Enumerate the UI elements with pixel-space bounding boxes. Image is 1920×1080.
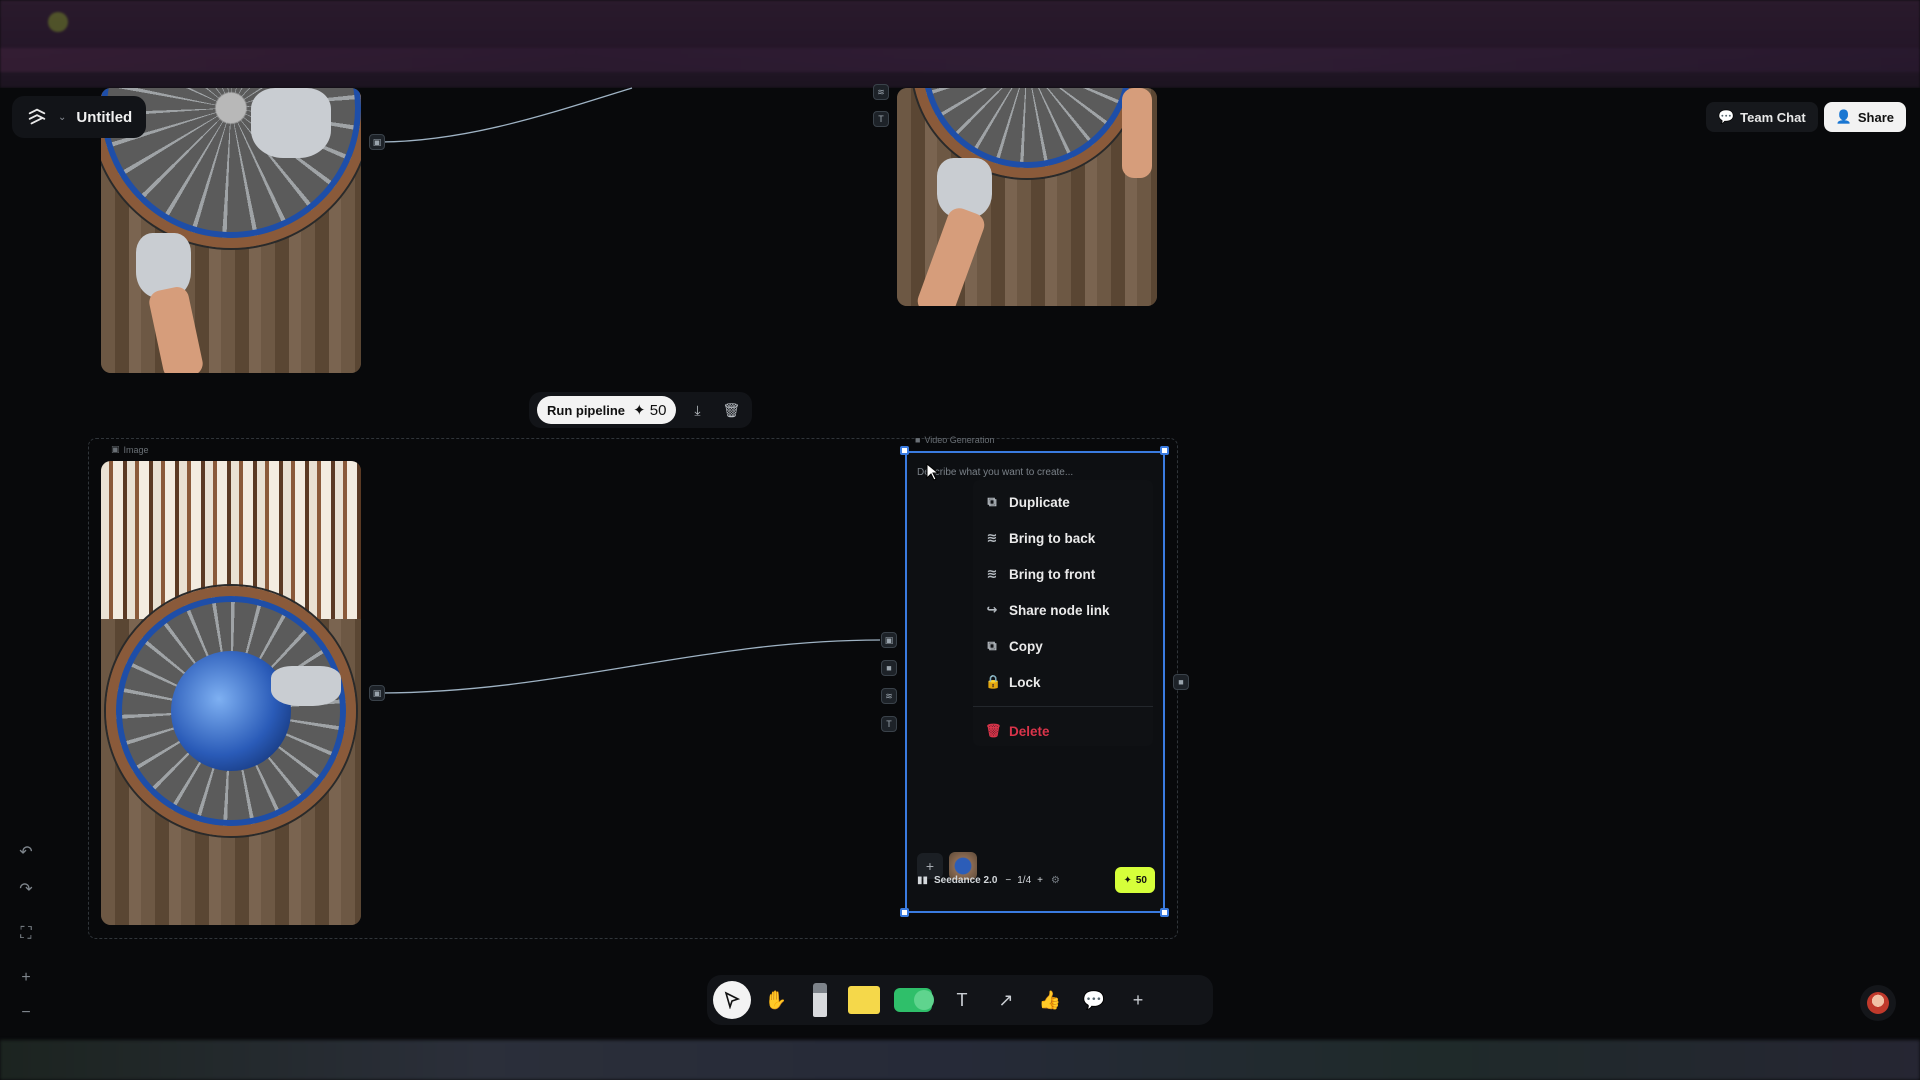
- share-icon: ↪: [986, 602, 998, 617]
- arrow-tool-icon[interactable]: ↗: [987, 981, 1025, 1019]
- redo-icon[interactable]: ↷: [14, 877, 38, 901]
- output-port-image-icon[interactable]: ▣: [369, 134, 385, 150]
- duplicate-icon: ⧉: [987, 494, 997, 509]
- team-chat-button[interactable]: 💬 Team Chat: [1705, 102, 1818, 132]
- shape-tool-icon[interactable]: [889, 981, 937, 1019]
- zoom-out-icon[interactable]: −: [14, 1001, 38, 1025]
- mouse-cursor-icon: [926, 463, 940, 481]
- shape-glyph: [894, 988, 934, 1012]
- minus-icon[interactable]: −: [1005, 875, 1011, 886]
- top-right-actions: 💬 Team Chat 👤 Share: [1705, 102, 1906, 132]
- marker-glyph: [813, 983, 827, 1017]
- input-port-image-icon[interactable]: ▣: [881, 632, 897, 648]
- menu-divider: [973, 706, 1153, 707]
- trash-icon[interactable]: 🗑: [718, 397, 744, 423]
- sticky-glyph: [848, 986, 880, 1014]
- chevron-down-icon[interactable]: ⌄: [58, 112, 66, 123]
- lock-icon: 🔒: [985, 674, 1002, 689]
- user-avatar[interactable]: [1860, 985, 1896, 1021]
- menu-item-bring-to-front[interactable]: ≋ Bring to front: [973, 556, 1153, 592]
- group-toolbar: Run pipeline ✦ 50 ⤓ 🗑: [529, 392, 753, 428]
- menu-item-copy[interactable]: ⧉ Copy: [973, 628, 1153, 664]
- select-tool-icon[interactable]: [713, 981, 751, 1019]
- pointer-icon: [724, 991, 741, 1009]
- add-tool-icon[interactable]: +: [1119, 981, 1157, 1019]
- zoom-in-icon[interactable]: +: [14, 966, 38, 990]
- menu-item-bring-to-back[interactable]: ≋ Bring to back: [973, 520, 1153, 556]
- menu-item-duplicate[interactable]: ⧉ Duplicate: [973, 484, 1153, 520]
- layers-back-icon: ≋: [986, 530, 998, 545]
- resize-handle-top-right[interactable]: [1160, 446, 1169, 455]
- output-port-image-icon[interactable]: ▣: [369, 685, 385, 701]
- hand-tool-icon[interactable]: ✋: [757, 981, 795, 1019]
- output-count-stepper[interactable]: − 1/4 +: [1005, 875, 1043, 886]
- resize-handle-bottom-right[interactable]: [1160, 908, 1169, 917]
- pipeline-cost: ✦ 50: [633, 402, 667, 419]
- input-port-text-icon[interactable]: T: [873, 111, 889, 127]
- context-menu: ⧉ Duplicate ≋ Bring to back ≋ Bring to fron…: [973, 480, 1153, 746]
- chat-bubble-icon: 💬: [1717, 109, 1735, 124]
- download-icon[interactable]: ⤓: [684, 397, 710, 423]
- text-tool-icon[interactable]: T: [943, 981, 981, 1019]
- trash-icon: 🗑: [985, 723, 1002, 738]
- resize-handle-top-left[interactable]: [900, 446, 909, 455]
- marker-tool-icon[interactable]: [801, 981, 839, 1019]
- input-port-audio-icon[interactable]: ≋: [881, 688, 897, 704]
- resize-handle-bottom-left[interactable]: [900, 908, 909, 917]
- app-root: ▣ Image ▣ ▣ ≋ T ▣ ■ ≋ T ■ ⌄ Untitled 💬 T…: [0, 0, 1920, 1080]
- layers-front-icon: ≋: [986, 566, 998, 581]
- edge-top: [377, 87, 633, 143]
- app-logo-icon: [28, 108, 46, 125]
- run-pipeline-button[interactable]: Run pipeline ✦ 50: [537, 396, 677, 424]
- prompt-input[interactable]: Describe what you want to create...: [917, 467, 1073, 478]
- output-port-video-icon[interactable]: ■: [1173, 674, 1189, 690]
- wand-icon: ✦: [633, 402, 646, 419]
- input-port-text-icon[interactable]: T: [881, 716, 897, 732]
- comment-tool-icon[interactable]: 💬: [1075, 981, 1113, 1019]
- input-port-audio-icon[interactable]: ≋: [873, 84, 889, 100]
- copy-icon: ⧉: [987, 638, 997, 653]
- undo-icon[interactable]: ↶: [14, 840, 38, 864]
- video-node-footer: ▮▮ Seedance 2.0 − 1/4 + ⚙ ✦ 50: [917, 867, 1155, 893]
- video-icon: ■: [915, 435, 921, 445]
- settings-icon[interactable]: ⚙: [1051, 875, 1060, 886]
- os-blurred-taskbar: [0, 1040, 1920, 1080]
- plus-icon[interactable]: +: [1037, 875, 1043, 886]
- input-port-video-icon[interactable]: ■: [881, 660, 897, 676]
- avatar-face: [1867, 992, 1889, 1014]
- menu-item-share-node-link[interactable]: ↪ Share node link: [973, 592, 1153, 628]
- project-title[interactable]: Untitled: [76, 109, 132, 126]
- generate-button[interactable]: ✦ 50: [1115, 867, 1155, 893]
- model-selector[interactable]: ▮▮ Seedance 2.0: [917, 875, 997, 886]
- bottom-toolbar: ✋ T ↗ 👍 💬 +: [707, 975, 1213, 1025]
- menu-item-delete[interactable]: 🗑 Delete: [973, 713, 1153, 749]
- video-node-label: ■ Video Generation: [915, 435, 995, 445]
- edge-bottom: [377, 639, 881, 694]
- sparkle-icon: ✦: [1123, 874, 1132, 886]
- bar-chart-icon: ▮▮: [917, 874, 929, 886]
- menu-item-lock[interactable]: 🔒 Lock: [973, 664, 1153, 700]
- users-icon: 👤: [1835, 109, 1852, 124]
- sticky-note-tool-icon[interactable]: [845, 981, 883, 1019]
- project-title-pill[interactable]: ⌄ Untitled: [12, 96, 147, 138]
- thumbs-up-tool-icon[interactable]: 👍: [1031, 981, 1069, 1019]
- fit-view-icon[interactable]: ⛶: [14, 922, 38, 946]
- share-button[interactable]: 👤 Share: [1823, 102, 1906, 132]
